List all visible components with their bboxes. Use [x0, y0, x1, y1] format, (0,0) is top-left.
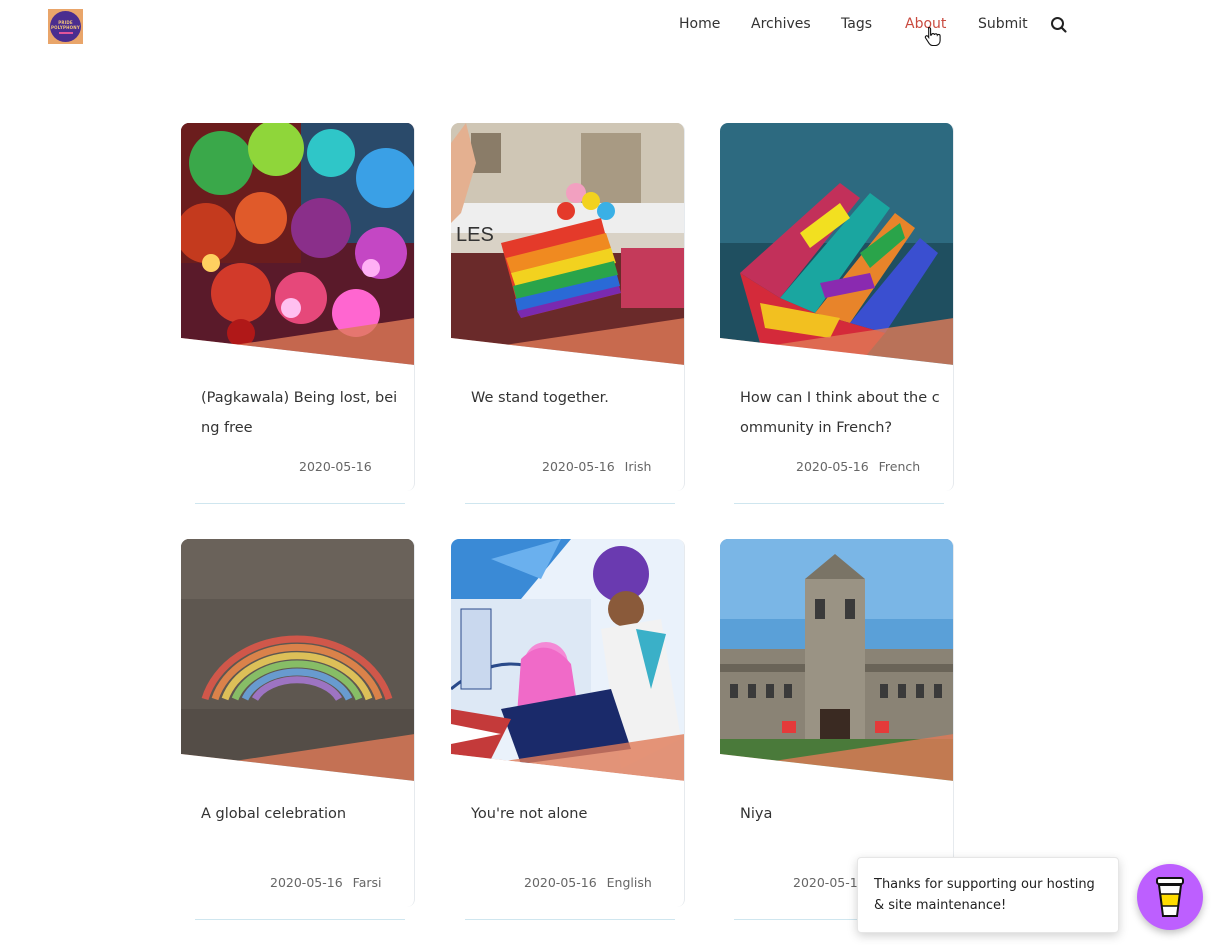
- post-image-anime[interactable]: [451, 539, 684, 784]
- card-divider: [465, 503, 675, 504]
- nav-submit[interactable]: Submit: [978, 16, 1028, 32]
- post-image-building[interactable]: [720, 539, 953, 784]
- post-date: 2020-05-16: [270, 875, 343, 890]
- post-title[interactable]: (Pagkawala) Being lost, being free: [201, 383, 401, 443]
- card-divider: [195, 503, 405, 504]
- post-language: English: [606, 875, 652, 890]
- post-card[interactable]: A global celebration 2020-05-16 Farsi: [181, 539, 415, 920]
- post-card[interactable]: LES We stand together. 2020-05-16 Irish: [451, 123, 685, 504]
- post-date: 2020-05-16: [542, 459, 615, 474]
- post-language: French: [878, 459, 921, 474]
- logo-disc: PRIDE POLYPHONY: [50, 11, 81, 42]
- post-card-body: How can I think about the community in F…: [720, 123, 954, 491]
- card-divider: [465, 919, 675, 920]
- coffee-cup-icon[interactable]: [1137, 864, 1203, 930]
- nav-home[interactable]: Home: [679, 16, 720, 32]
- hand-cursor-icon: [924, 26, 942, 47]
- logo-text-bottom: POLYPHONY: [51, 24, 80, 30]
- post-date: 2020-05-16: [796, 459, 869, 474]
- post-title[interactable]: We stand together.: [471, 383, 671, 413]
- post-title[interactable]: Niya: [740, 799, 940, 829]
- post-date: 2020-05-16: [299, 459, 372, 474]
- card-divider: [734, 503, 944, 504]
- post-language: Farsi: [352, 875, 382, 890]
- post-card-body: (Pagkawala) Being lost, being free 2020-…: [181, 123, 415, 491]
- post-title[interactable]: A global celebration: [201, 799, 401, 829]
- logo-bar: [58, 31, 73, 34]
- post-date: 2020-05-16: [524, 875, 597, 890]
- post-title[interactable]: How can I think about the community in F…: [740, 383, 940, 443]
- post-card[interactable]: (Pagkawala) Being lost, being free 2020-…: [181, 123, 415, 504]
- post-image-bokeh[interactable]: [181, 123, 414, 368]
- post-date: 2020-05-16: [793, 875, 866, 890]
- post-image-hand[interactable]: [720, 123, 953, 368]
- svg-text:LES: LES: [456, 224, 494, 246]
- post-image-flag[interactable]: LES: [451, 123, 684, 368]
- post-card-body: You're not alone 2020-05-16 English: [451, 539, 685, 907]
- support-message: Thanks for supporting our hosting & site…: [874, 877, 1095, 913]
- post-meta: 2020-05-16: [299, 459, 372, 474]
- nav-tags[interactable]: Tags: [841, 16, 872, 32]
- post-card-body: Niya 2020-05-16: [720, 539, 954, 907]
- post-meta: 2020-05-16 English: [524, 875, 652, 890]
- post-meta: 2020-05-16 French: [796, 459, 920, 474]
- support-message-popup: Thanks for supporting our hosting & site…: [857, 857, 1119, 933]
- post-meta: 2020-05-16: [793, 875, 866, 890]
- post-card[interactable]: You're not alone 2020-05-16 English: [451, 539, 685, 920]
- post-language: Irish: [624, 459, 652, 474]
- card-divider: [195, 919, 405, 920]
- post-card[interactable]: How can I think about the community in F…: [720, 123, 954, 504]
- post-image-chalk-rainbow[interactable]: [181, 539, 414, 784]
- post-card-body: A global celebration 2020-05-16 Farsi: [181, 539, 415, 907]
- post-meta: 2020-05-16 Farsi: [270, 875, 381, 890]
- search-icon[interactable]: [1050, 16, 1068, 34]
- post-title[interactable]: You're not alone: [471, 799, 671, 829]
- site-logo[interactable]: PRIDE POLYPHONY: [48, 9, 83, 44]
- post-meta: 2020-05-16 Irish: [542, 459, 651, 474]
- post-card-body: LES We stand together. 2020-05-16 Irish: [451, 123, 685, 491]
- nav-archives[interactable]: Archives: [751, 16, 811, 32]
